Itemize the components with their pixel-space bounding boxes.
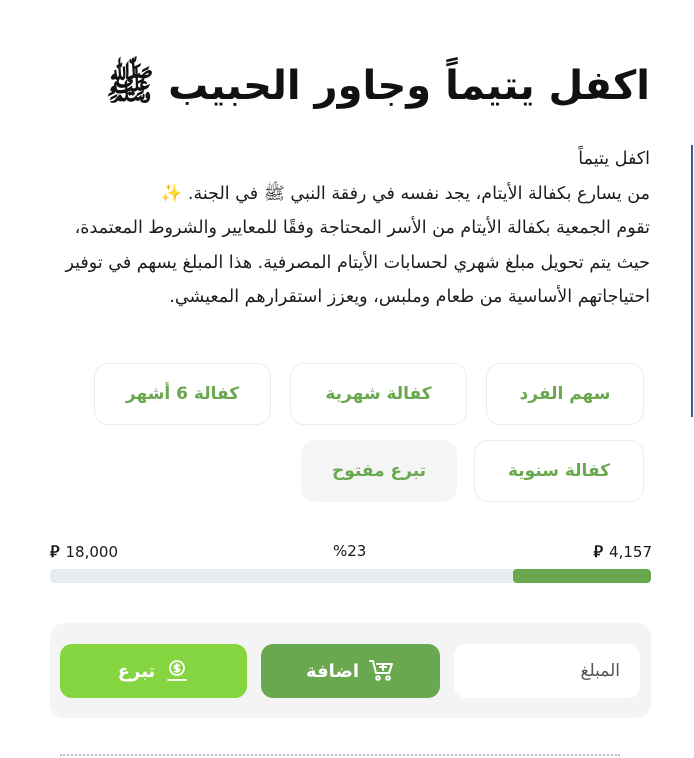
option-monthly[interactable]: كفالة شهرية [290, 363, 467, 425]
progress-percent: %23 [333, 542, 366, 560]
option-label: كفالة شهرية [325, 384, 432, 404]
donate-button[interactable]: تبرع [60, 644, 247, 698]
option-label: كفالة 6 أشهر [125, 384, 240, 404]
description-line2: من يسارع بكفالة الأيتام، يجد نفسه في رفق… [160, 183, 650, 204]
donate-label: تبرع [117, 660, 156, 682]
collected-amount: ⃁ 4,157 [594, 542, 652, 562]
option-label: تبرع مفتوح [331, 461, 427, 481]
collected-value: 4,157 [609, 543, 652, 561]
page-title: اكفل يتيماً وجاور الحبيب ﷺ [105, 63, 650, 109]
progress-fill [512, 569, 651, 583]
option-individual-share[interactable]: سهم الفرد [486, 363, 644, 425]
option-yearly[interactable]: كفالة سنوية [474, 440, 644, 502]
donate-panel: اضافة تبرع [50, 623, 651, 718]
scrollbar[interactable] [691, 145, 693, 417]
option-six-months[interactable]: كفالة 6 أشهر [94, 363, 271, 425]
description-line1: اكفل يتيماً [578, 149, 650, 169]
target-value: 18,000 [65, 543, 119, 561]
percent-value: %23 [333, 542, 367, 560]
option-label: سهم الفرد [519, 384, 611, 404]
riyal-icon: ⃁ [593, 542, 604, 561]
amount-input[interactable] [454, 644, 640, 698]
next-section-text [60, 748, 620, 758]
description-body: تقوم الجمعية بكفالة الأيتام من الأسر الم… [65, 218, 651, 307]
money-hand-icon [167, 660, 188, 681]
progress-bar [50, 569, 651, 583]
option-open-donation[interactable]: تبرع مفتوح [301, 440, 457, 502]
riyal-icon: ⃁ [50, 542, 60, 561]
option-label: كفالة سنوية [507, 461, 611, 481]
description: اكفل يتيماً من يسارع بكفالة الأيتام، يجد… [38, 142, 651, 315]
add-label: اضافة [305, 660, 360, 682]
target-amount: ⃁ 18,000 [50, 542, 118, 562]
add-to-cart-button[interactable]: اضافة [261, 644, 440, 698]
cart-plus-icon [369, 660, 394, 681]
